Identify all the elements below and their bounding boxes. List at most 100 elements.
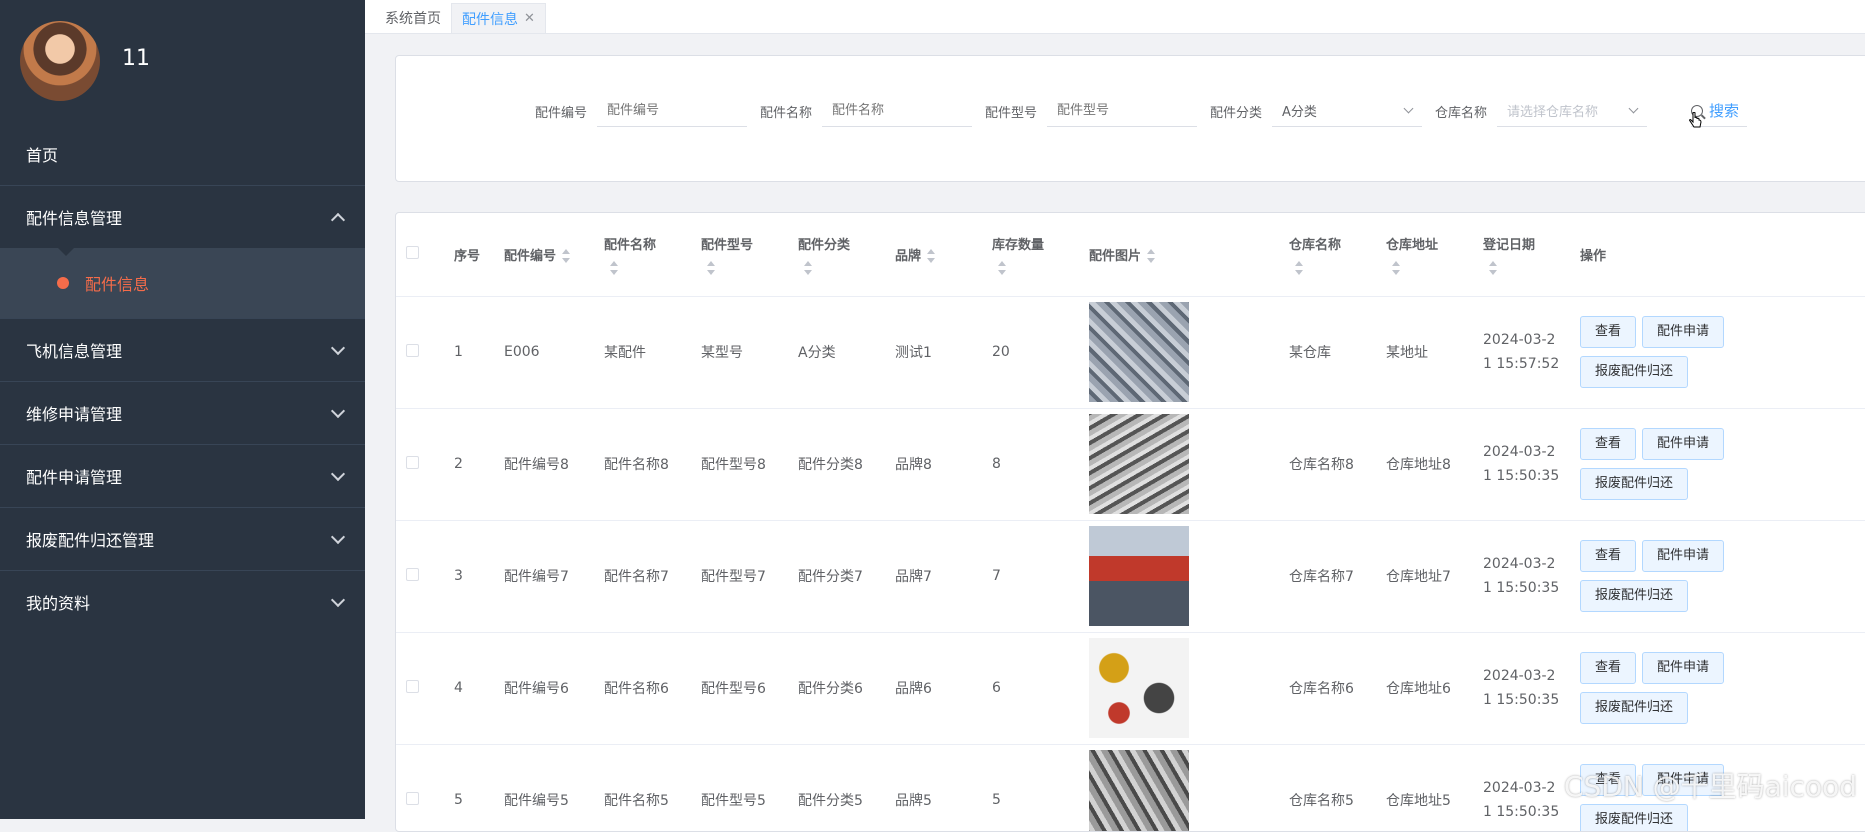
warehouse-select[interactable]: 请选择仓库名称: [1497, 95, 1647, 127]
sidebar-item-parts-info[interactable]: 配件信息: [0, 248, 365, 318]
category-select[interactable]: A分类: [1272, 95, 1422, 127]
sort-icon[interactable]: [1147, 249, 1155, 263]
row-checkbox[interactable]: [406, 792, 419, 805]
field-label: 仓库名称: [1435, 102, 1487, 121]
chevron-down-icon: [1629, 104, 1639, 114]
col-header[interactable]: 仓库地址: [1378, 213, 1475, 296]
name-input[interactable]: [822, 95, 972, 127]
sort-icon[interactable]: [804, 261, 812, 275]
sidebar-group-repair[interactable]: 维修申请管理: [0, 381, 365, 444]
col-header[interactable]: 仓库名称: [1281, 213, 1378, 296]
parts-table-panel: 序号 配件编号 配件名称 配件型号 配件分类 品牌 库存数量 配件图片 仓库名称…: [395, 212, 1865, 832]
sort-icon[interactable]: [610, 261, 618, 275]
search-field-model: 配件型号: [985, 95, 1197, 127]
table-row: 1 E006 某配件 某型号 A分类 测试1 20 某仓库 某地址 2024-0…: [396, 296, 1865, 408]
code-input[interactable]: [597, 95, 747, 127]
scrap-return-button[interactable]: 报废配件归还: [1580, 580, 1688, 612]
tab-home[interactable]: 系统首页: [375, 3, 451, 33]
cell-warehouse: 仓库名称7: [1281, 520, 1378, 632]
chevron-down-icon: [1404, 104, 1414, 114]
sidebar-item-label: 配件信息管理: [26, 205, 122, 229]
apply-button[interactable]: 配件申请: [1642, 540, 1724, 572]
search-field-warehouse: 仓库名称 请选择仓库名称: [1435, 95, 1647, 127]
sort-icon[interactable]: [1489, 261, 1497, 275]
sidebar-item-home[interactable]: 首页: [0, 122, 365, 185]
sort-icon[interactable]: [707, 261, 715, 275]
apply-button[interactable]: 配件申请: [1642, 652, 1724, 684]
avatar[interactable]: [20, 21, 100, 101]
row-checkbox[interactable]: [406, 456, 419, 469]
col-label: 品牌: [895, 249, 921, 264]
field-label: 配件型号: [985, 102, 1037, 121]
tab-label: 系统首页: [385, 8, 441, 28]
sidebar-item-label: 配件信息: [85, 271, 149, 295]
sidebar-group-scrap-return[interactable]: 报废配件归还管理: [0, 507, 365, 570]
sort-icon[interactable]: [1392, 261, 1400, 275]
scrap-return-button[interactable]: 报废配件归还: [1580, 468, 1688, 500]
cell-model: 配件型号6: [693, 632, 790, 744]
cell-address: 仓库地址7: [1378, 520, 1475, 632]
sort-icon[interactable]: [927, 249, 935, 263]
sidebar-group-aircraft[interactable]: 飞机信息管理: [0, 318, 365, 381]
sidebar-item-label: 我的资料: [26, 590, 90, 614]
scrap-return-button[interactable]: 报废配件归还: [1580, 692, 1688, 724]
apply-button[interactable]: 配件申请: [1642, 316, 1724, 348]
col-header[interactable]: 配件编号: [496, 213, 596, 296]
close-icon[interactable]: ✕: [524, 11, 535, 26]
view-button[interactable]: 查看: [1580, 652, 1636, 684]
view-button[interactable]: 查看: [1580, 316, 1636, 348]
dot-icon: [57, 277, 69, 289]
part-image[interactable]: [1089, 414, 1189, 514]
col-header[interactable]: 配件图片: [1081, 213, 1281, 296]
sort-icon[interactable]: [1295, 261, 1303, 275]
view-button[interactable]: 查看: [1580, 540, 1636, 572]
chevron-down-icon: [331, 529, 345, 543]
cell-name: 配件名称6: [596, 632, 693, 744]
select-all-checkbox[interactable]: [406, 246, 419, 259]
search-field-category: 配件分类 A分类: [1210, 95, 1422, 127]
part-image[interactable]: [1089, 750, 1189, 832]
col-header[interactable]: 登记日期: [1475, 213, 1572, 296]
sort-icon[interactable]: [562, 249, 570, 263]
search-button-label: 搜索: [1709, 100, 1739, 121]
sort-icon[interactable]: [998, 261, 1006, 275]
cell-name: 配件名称8: [596, 408, 693, 520]
part-image[interactable]: [1089, 302, 1189, 402]
col-label: 配件型号: [701, 238, 753, 253]
cell-date: 2024-03-21 15:50:35: [1483, 552, 1563, 600]
col-header[interactable]: 配件名称: [596, 213, 693, 296]
col-header: 操作: [1572, 213, 1865, 296]
sidebar-group-profile[interactable]: 我的资料: [0, 570, 365, 633]
model-input[interactable]: [1047, 95, 1197, 127]
chevron-down-icon: [331, 403, 345, 417]
select-placeholder: 请选择仓库名称: [1507, 101, 1598, 120]
row-checkbox[interactable]: [406, 680, 419, 693]
sidebar-group-parts-info[interactable]: 配件信息管理: [0, 185, 365, 248]
search-panel: 配件编号 配件名称 配件型号 配件分类 A分类 仓库名称 请选择仓库名称: [395, 55, 1865, 182]
cell-warehouse: 某仓库: [1281, 296, 1378, 408]
chevron-down-icon: [331, 340, 345, 354]
cell-stock: 7: [984, 520, 1081, 632]
tab-parts-info[interactable]: 配件信息 ✕: [451, 3, 546, 33]
table-header: 序号 配件编号 配件名称 配件型号 配件分类 品牌 库存数量 配件图片 仓库名称…: [396, 213, 1865, 296]
cell-index: 2: [446, 408, 496, 520]
watermark: CSDN @千里码aicood: [1564, 765, 1857, 805]
col-header[interactable]: 配件型号: [693, 213, 790, 296]
row-checkbox[interactable]: [406, 344, 419, 357]
scrap-return-button[interactable]: 报废配件归还: [1580, 804, 1688, 832]
apply-button[interactable]: 配件申请: [1642, 428, 1724, 460]
field-label: 配件编号: [535, 102, 587, 121]
col-header[interactable]: 配件分类: [790, 213, 887, 296]
row-checkbox[interactable]: [406, 568, 419, 581]
col-label: 配件分类: [798, 238, 850, 253]
scrap-return-button[interactable]: 报废配件归还: [1580, 356, 1688, 388]
part-image[interactable]: [1089, 526, 1189, 626]
search-field-code: 配件编号: [535, 95, 747, 127]
part-image[interactable]: [1089, 638, 1189, 738]
sidebar-group-parts-apply[interactable]: 配件申请管理: [0, 444, 365, 507]
col-header[interactable]: 品牌: [887, 213, 984, 296]
view-button[interactable]: 查看: [1580, 428, 1636, 460]
col-header[interactable]: 库存数量: [984, 213, 1081, 296]
cell-model: 某型号: [693, 296, 790, 408]
select-value: A分类: [1282, 101, 1317, 120]
